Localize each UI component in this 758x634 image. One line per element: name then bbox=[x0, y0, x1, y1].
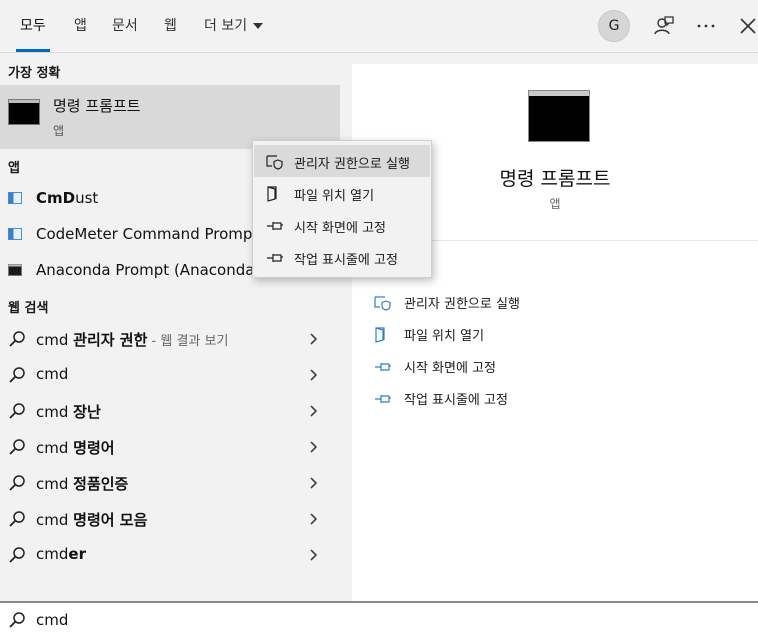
chevron-right-icon[interactable] bbox=[306, 332, 320, 346]
web-result-prefix: cmd bbox=[36, 403, 74, 421]
pin-icon bbox=[267, 222, 283, 230]
web-result-suggestion: er bbox=[68, 545, 86, 563]
context-menu-label: 시작 화면에 고정 bbox=[294, 221, 386, 236]
web-result-label: cmder bbox=[36, 545, 86, 563]
web-result-prefix: cmd bbox=[36, 511, 74, 529]
feedback-icon[interactable] bbox=[652, 14, 676, 38]
web-result-prefix: cmd bbox=[36, 475, 74, 493]
search-icon bbox=[9, 475, 25, 491]
pin-icon bbox=[375, 363, 391, 371]
search-icon bbox=[9, 439, 25, 455]
tab-all[interactable]: 모두 bbox=[8, 0, 58, 52]
search-icon bbox=[9, 547, 25, 563]
tab-documents-label: 문서 bbox=[112, 18, 138, 34]
search-icon bbox=[9, 331, 25, 347]
avatar[interactable]: G bbox=[598, 10, 630, 42]
web-result-item[interactable]: cmd 명령어 모음 bbox=[0, 501, 340, 537]
action-label: 작업 표시줄에 고정 bbox=[404, 393, 508, 408]
web-result-label: cmd bbox=[36, 365, 68, 383]
tab-web[interactable]: 웹 bbox=[152, 0, 189, 52]
results-panel: 가장 정확 명령 프롬프트 앱 앱 CmDust CodeMeter Comma… bbox=[0, 53, 352, 601]
web-result-suggestion: 명령어 bbox=[73, 439, 115, 457]
best-match-heading: 가장 정확 bbox=[8, 66, 61, 81]
web-result-suggestion: 명령어 모음 bbox=[73, 511, 148, 529]
app-item-label: CmDust bbox=[36, 189, 98, 207]
search-header: 모두 앱 문서 웹 더 보기 G bbox=[0, 0, 758, 53]
tab-more-label: 더 보기 bbox=[204, 18, 248, 34]
web-result-suggestion: 관리자 권한 bbox=[73, 331, 148, 349]
search-box[interactable]: cmd bbox=[0, 601, 758, 634]
best-match-subtitle: 앱 bbox=[53, 124, 65, 138]
file-location-icon bbox=[267, 186, 277, 202]
web-result-prefix: cmd bbox=[36, 331, 74, 349]
chevron-right-icon[interactable] bbox=[306, 548, 320, 562]
web-result-label: cmd 관리자 권한 - 웹 결과 보기 bbox=[36, 329, 228, 350]
web-result-label: cmd 명령어 모음 bbox=[36, 509, 147, 530]
web-result-item[interactable]: cmd 관리자 권한 - 웹 결과 보기 bbox=[0, 321, 340, 357]
context-menu-label: 관리자 권한으로 실행 bbox=[294, 157, 410, 172]
tab-web-label: 웹 bbox=[164, 18, 177, 34]
tab-apps[interactable]: 앱 bbox=[62, 0, 99, 52]
context-menu: 관리자 권한으로 실행 파일 위치 열기 시작 화면에 고정 작업 표시줄에 고… bbox=[252, 140, 432, 278]
apps-heading: 앱 bbox=[8, 161, 20, 176]
web-result-prefix: cmd bbox=[36, 545, 69, 563]
web-result-suggestion: 정품인증 bbox=[73, 475, 129, 493]
tab-all-label: 모두 bbox=[20, 18, 46, 34]
chevron-right-icon[interactable] bbox=[306, 512, 320, 526]
app-item-label: CodeMeter Command Prompt bbox=[36, 225, 259, 243]
terminal-icon bbox=[8, 264, 22, 276]
web-result-label: cmd 장난 bbox=[36, 401, 101, 422]
context-menu-item-pin-taskbar[interactable]: 작업 표시줄에 고정 bbox=[254, 241, 430, 273]
file-location-icon bbox=[375, 327, 385, 343]
action-label: 관리자 권한으로 실행 bbox=[404, 297, 520, 312]
web-result-label: cmd 정품인증 bbox=[36, 473, 128, 494]
web-result-label: cmd 명령어 bbox=[36, 437, 115, 458]
search-icon bbox=[9, 367, 25, 383]
close-icon[interactable] bbox=[736, 14, 758, 38]
context-menu-label: 파일 위치 열기 bbox=[294, 189, 375, 204]
app-item-label-rest: ust bbox=[75, 189, 99, 207]
chevron-down-icon bbox=[253, 23, 264, 29]
web-result-hint: - 웹 결과 보기 bbox=[147, 334, 229, 349]
web-result-item[interactable]: cmder bbox=[0, 537, 340, 573]
pin-icon bbox=[375, 395, 391, 403]
pin-icon bbox=[267, 254, 283, 262]
web-result-prefix: cmd bbox=[36, 365, 69, 383]
search-icon bbox=[9, 511, 25, 527]
command-prompt-icon bbox=[8, 99, 40, 125]
app-window-icon bbox=[8, 228, 22, 240]
shield-icon bbox=[266, 155, 283, 170]
more-options-icon[interactable] bbox=[694, 14, 718, 38]
app-item-label-match: CmD bbox=[36, 189, 76, 207]
web-result-suggestion: 장난 bbox=[73, 403, 101, 421]
best-match-title: 명령 프롬프트 bbox=[53, 97, 141, 115]
search-icon bbox=[9, 403, 25, 419]
web-result-item[interactable]: cmd 장난 bbox=[0, 393, 340, 429]
web-result-item[interactable]: cmd bbox=[0, 357, 340, 393]
chevron-right-icon[interactable] bbox=[306, 368, 320, 382]
web-result-item[interactable]: cmd 명령어 bbox=[0, 429, 340, 465]
context-menu-item-run-as-admin[interactable]: 관리자 권한으로 실행 bbox=[254, 145, 430, 177]
search-input[interactable]: cmd bbox=[36, 611, 68, 629]
chevron-right-icon[interactable] bbox=[306, 476, 320, 490]
app-window-icon bbox=[8, 192, 22, 204]
context-menu-item-pin-start[interactable]: 시작 화면에 고정 bbox=[254, 209, 430, 241]
tab-apps-label: 앱 bbox=[74, 18, 87, 34]
tab-documents[interactable]: 문서 bbox=[100, 0, 150, 52]
action-label: 파일 위치 열기 bbox=[404, 329, 485, 344]
context-menu-label: 작업 표시줄에 고정 bbox=[294, 253, 398, 268]
web-search-heading: 웹 검색 bbox=[8, 301, 49, 316]
app-item-label: Anaconda Prompt (Anaconda3) bbox=[36, 261, 270, 279]
search-icon bbox=[9, 612, 25, 628]
chevron-right-icon[interactable] bbox=[306, 404, 320, 418]
web-result-item[interactable]: cmd 정품인증 bbox=[0, 465, 340, 501]
context-menu-item-open-location[interactable]: 파일 위치 열기 bbox=[254, 177, 430, 209]
command-prompt-icon bbox=[528, 90, 590, 142]
chevron-right-icon[interactable] bbox=[306, 440, 320, 454]
shield-icon bbox=[374, 296, 391, 311]
web-result-prefix: cmd bbox=[36, 439, 74, 457]
action-label: 시작 화면에 고정 bbox=[404, 361, 496, 376]
tab-more[interactable]: 더 보기 bbox=[192, 0, 275, 52]
